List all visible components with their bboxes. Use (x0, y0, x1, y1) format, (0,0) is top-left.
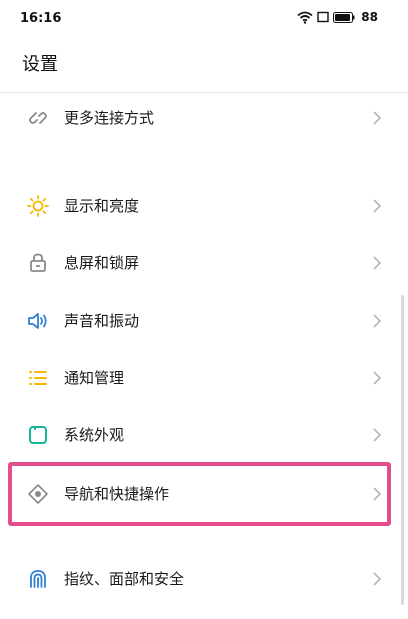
chevron-right-icon (373, 314, 382, 328)
sun-icon (27, 195, 49, 217)
settings-item-label: 系统外观 (64, 426, 125, 444)
speaker-icon (28, 313, 47, 329)
page-title: 设置 (22, 54, 58, 75)
scrollbar[interactable] (401, 295, 404, 605)
battery-icon (333, 11, 355, 23)
chevron-right-icon (373, 428, 382, 442)
chevron-right-icon (373, 572, 382, 586)
list-icon (29, 371, 47, 385)
settings-item-label: 通知管理 (64, 369, 125, 387)
settings-item-label: 声音和振动 (64, 312, 140, 330)
status-icons: 88 (297, 10, 378, 24)
appearance-icon (29, 426, 47, 444)
sim-icon (317, 11, 329, 23)
settings-item-display-brightness[interactable]: 显示和亮度 (0, 177, 400, 235)
highlight-box (8, 462, 391, 526)
settings-item-fingerprint-security[interactable]: 指纹、面部和安全 (0, 550, 400, 608)
link-icon (29, 112, 47, 124)
settings-item-more-connection[interactable]: 更多连接方式 (0, 89, 400, 147)
wifi-icon (297, 11, 313, 24)
settings-item-system-appearance[interactable]: 系统外观 (0, 406, 400, 464)
chevron-right-icon (373, 371, 382, 385)
settings-item-sound-vibration[interactable]: 声音和振动 (0, 292, 400, 350)
lock-icon (30, 253, 46, 272)
settings-item-label: 息屏和锁屏 (64, 254, 140, 272)
settings-item-notification-management[interactable]: 通知管理 (0, 349, 400, 407)
settings-item-label: 显示和亮度 (64, 197, 140, 215)
status-time: 16:16 (20, 11, 62, 26)
chevron-right-icon (373, 256, 382, 270)
fingerprint-icon (30, 570, 46, 588)
battery-level: 88 (361, 10, 378, 24)
settings-item-label: 更多连接方式 (64, 109, 155, 127)
chevron-right-icon (373, 111, 382, 125)
settings-item-label: 指纹、面部和安全 (64, 570, 185, 588)
settings-item-lock-screen[interactable]: 息屏和锁屏 (0, 234, 400, 292)
chevron-right-icon (373, 199, 382, 213)
status-bar: 16:16 88 (0, 0, 408, 38)
